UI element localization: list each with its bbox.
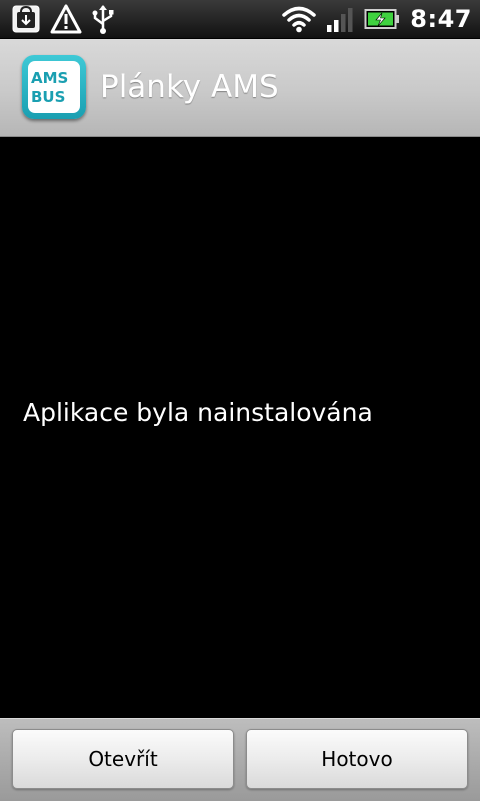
warning-icon	[50, 4, 82, 34]
install-complete-message: Aplikace byla nainstalována	[23, 398, 373, 427]
wifi-icon	[282, 5, 317, 33]
app-header: AMS BUS Plánky AMS	[0, 39, 480, 137]
battery-charging-icon	[364, 8, 400, 30]
status-bar-left	[10, 3, 116, 35]
status-bar: 8:47	[0, 0, 480, 39]
app-icon-face: AMS BUS	[28, 61, 80, 113]
market-download-icon	[10, 3, 42, 35]
signal-icon	[326, 5, 354, 33]
app-title: Plánky AMS	[100, 69, 279, 105]
done-button[interactable]: Hotovo	[246, 729, 468, 789]
app-icon-logo: AMS BUS	[31, 69, 68, 106]
status-clock: 8:47	[410, 5, 472, 33]
app-icon-text-top: AMS	[31, 69, 68, 87]
ams-bus-app-icon: AMS BUS	[22, 55, 86, 119]
status-bar-right: 8:47	[282, 3, 472, 35]
action-bar: Otevřít Hotovo	[0, 718, 480, 801]
usb-icon	[90, 4, 116, 34]
app-icon-text-bottom: BUS	[31, 88, 65, 106]
open-button[interactable]: Otevřít	[12, 729, 234, 789]
